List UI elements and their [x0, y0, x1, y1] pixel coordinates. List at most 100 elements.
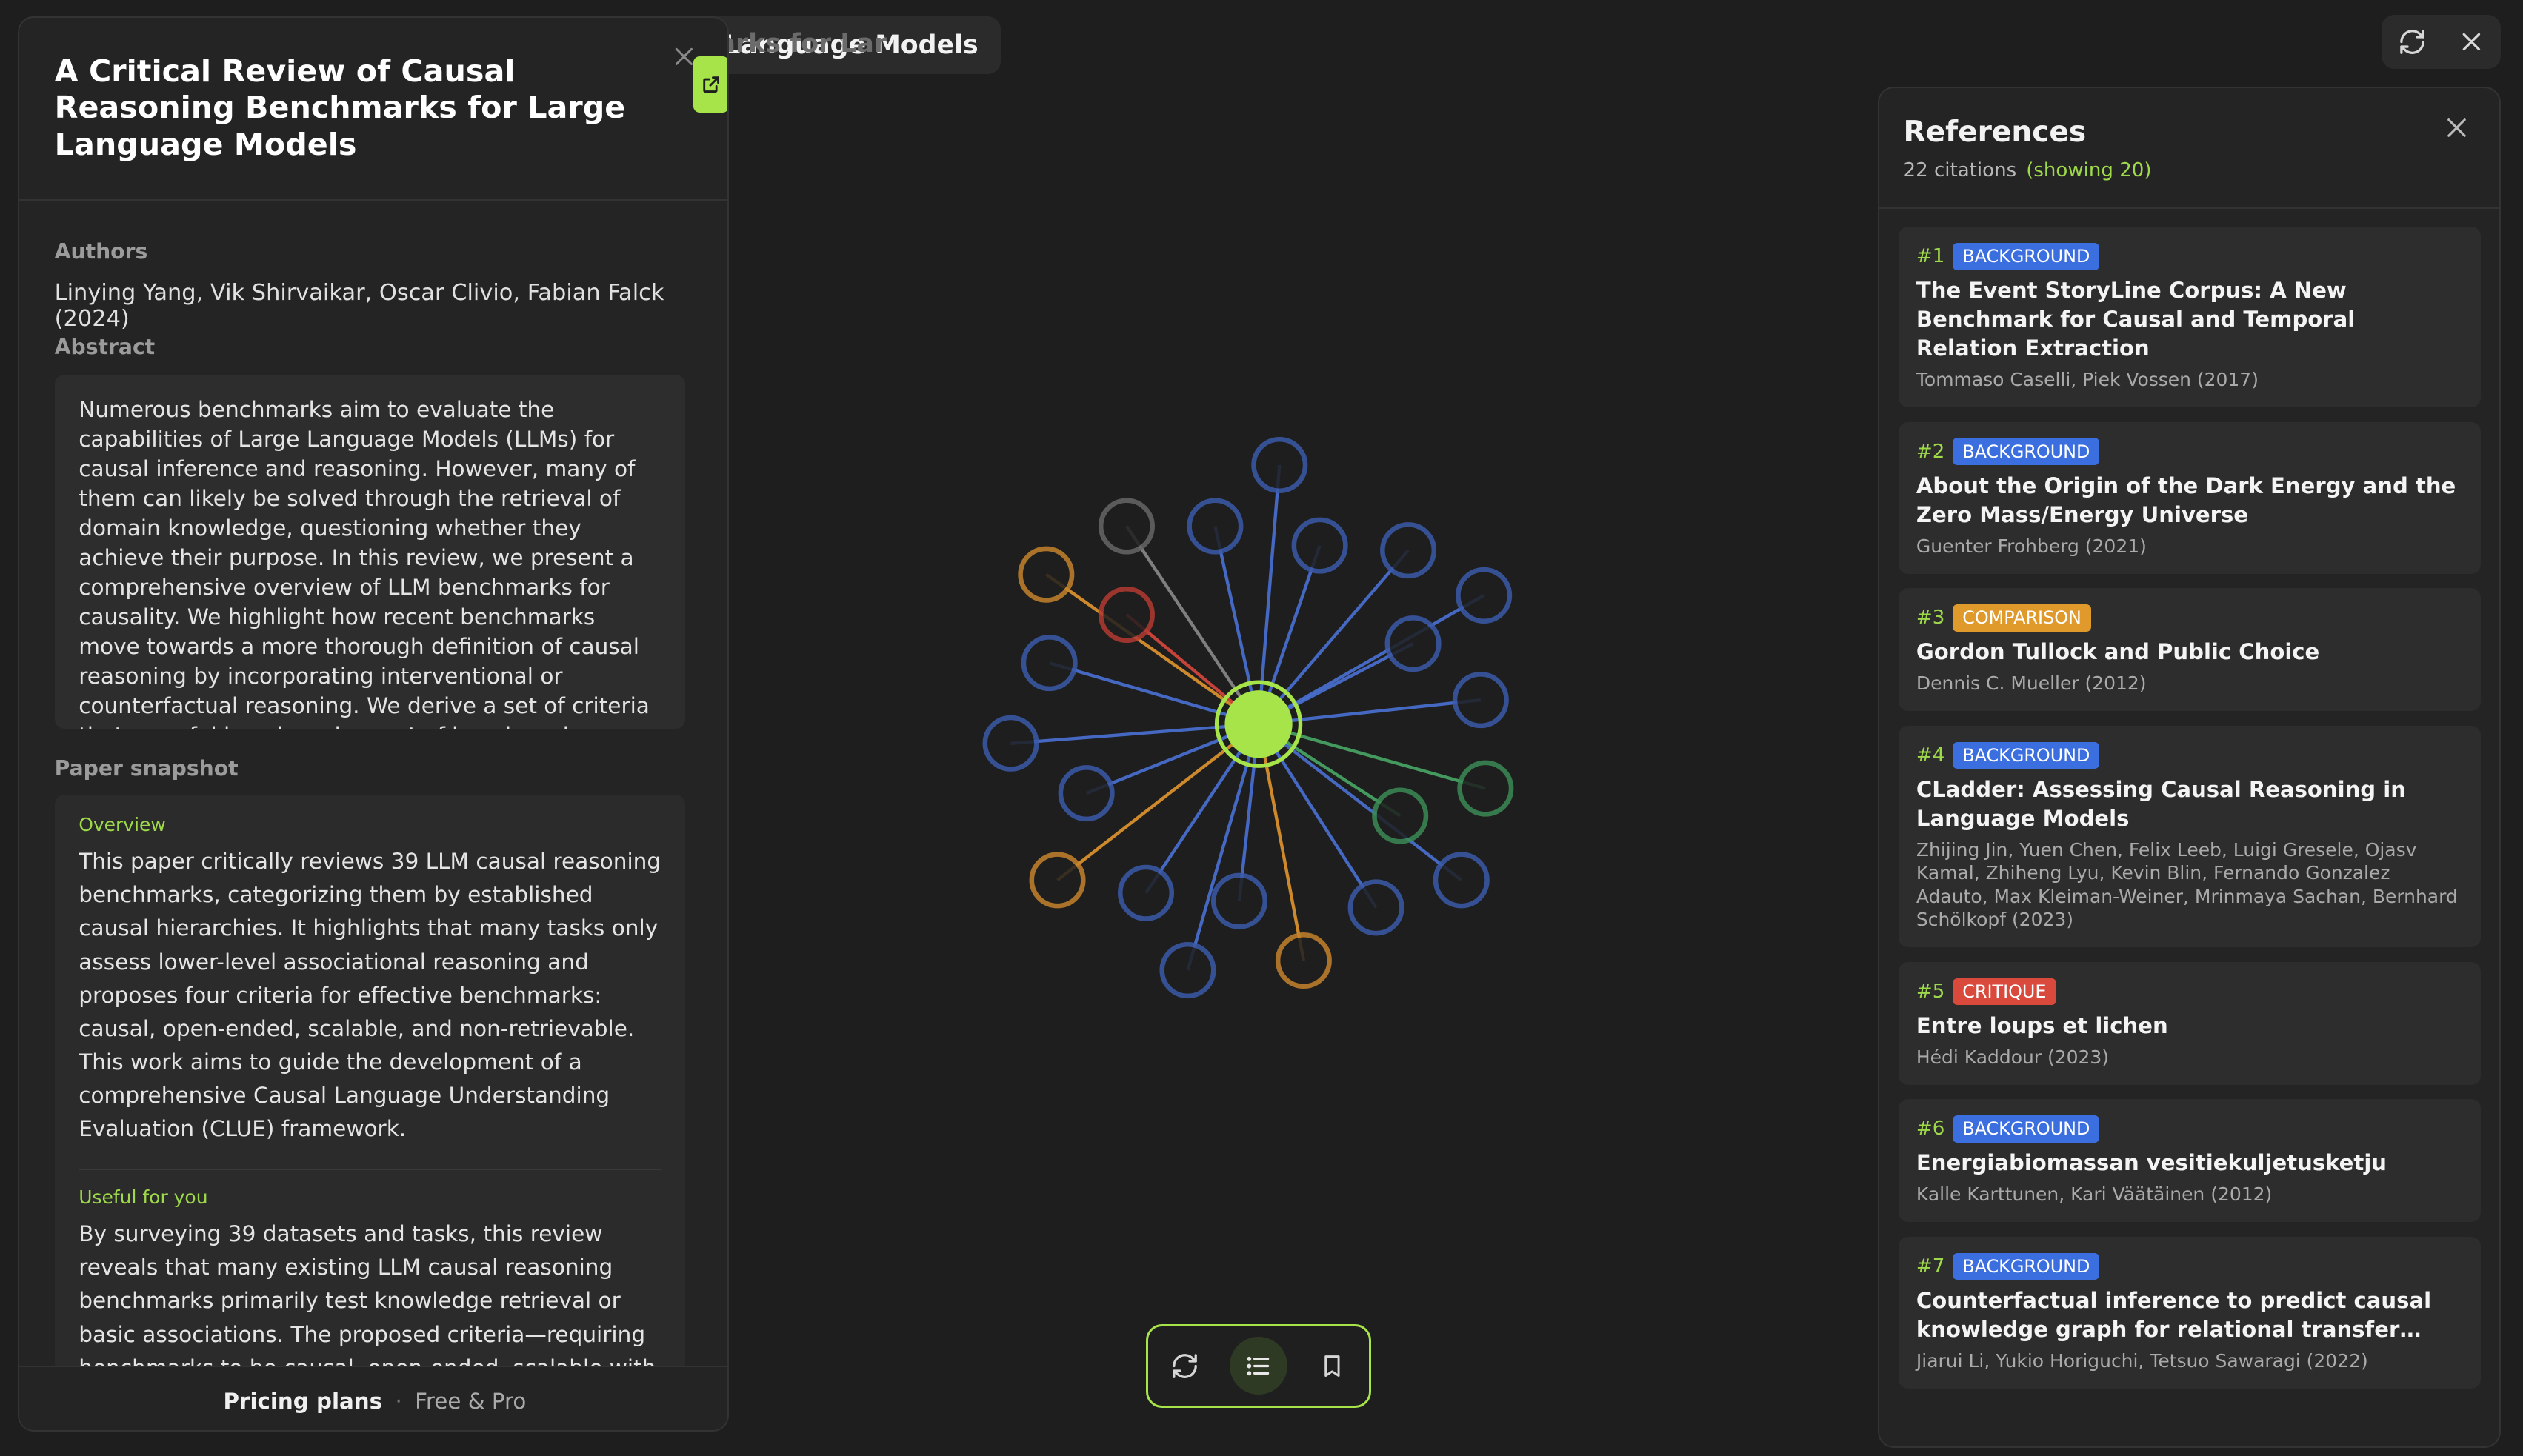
reference-node[interactable] [1021, 634, 1078, 691]
list-view-button[interactable] [1229, 1337, 1287, 1395]
abstract-text: Numerous benchmarks aim to evaluate the … [79, 397, 650, 729]
showing-count-text: (showing 20) [2026, 158, 2152, 181]
reference-authors: Kalle Karttunen, Kari Väätäinen (2012) [1916, 1183, 2273, 1206]
list-icon [1247, 1356, 1270, 1375]
top-controls [2381, 14, 2501, 70]
reference-node[interactable] [1029, 852, 1086, 909]
reference-node[interactable] [1379, 521, 1436, 578]
reference-card[interactable]: #1 BACKGROUND The Event StoryLine Corpus: … [1899, 227, 2482, 408]
reference-card[interactable]: #6 BACKGROUND Energiabiomassan vesitiekulj… [1899, 1099, 2482, 1223]
close-icon[interactable] [2459, 29, 2484, 55]
reference-type-badge: BACKGROUND [1953, 438, 2100, 466]
useful-label: Useful for you [79, 1186, 208, 1208]
reference-title[interactable]: Gordon Tullock and Public Choice [1916, 638, 2464, 667]
reference-authors: Jiarui Li, Yukio Horiguchi, Tetsuo Sawar… [1916, 1349, 2368, 1372]
reference-card[interactable]: #3 COMPARISON Gordon Tullock and Public Ch… [1899, 588, 2482, 712]
reference-title[interactable]: Energiabiomassan vesitiekuljetusketju [1916, 1149, 2464, 1178]
reference-header: #5 CRITIQUE [1916, 978, 2464, 1006]
reference-title[interactable]: About the Origin of the Dark Energy and … [1916, 472, 2464, 530]
reference-node[interactable] [1456, 760, 1513, 817]
reference-node[interactable] [1017, 546, 1074, 603]
reference-node[interactable] [982, 715, 1039, 772]
reference-node[interactable] [1384, 615, 1442, 672]
reference-number: #6 [1916, 1118, 1945, 1141]
bookmark-button[interactable] [1303, 1337, 1361, 1395]
pricing-tiers-text: Free & Pro [415, 1388, 527, 1414]
citation-edge [1044, 572, 1259, 726]
references-title: References [1903, 116, 2087, 150]
overview-text: This paper critically reviews 39 LLM cau… [79, 848, 661, 1142]
reference-node[interactable] [1452, 671, 1509, 728]
reference-card[interactable]: #4 BACKGROUND CLadder: Assessing Causal Re… [1899, 725, 2482, 948]
reference-type-badge: BACKGROUND [1953, 741, 2100, 769]
reference-title[interactable]: Entre loups et lichen [1916, 1012, 2464, 1041]
reference-node[interactable] [1058, 764, 1115, 821]
refresh-icon[interactable] [2398, 27, 2427, 56]
panel-footer: Pricing plans · Free & Pro [19, 1366, 728, 1431]
reference-title[interactable]: Counterfactual inference to predict caus… [1916, 1286, 2464, 1344]
footer-separator: · [395, 1388, 402, 1414]
reference-type-badge: CRITIQUE [1953, 978, 2056, 1006]
reference-number: #5 [1916, 980, 1945, 1003]
reference-node[interactable] [1275, 932, 1332, 989]
overview-label: Overview [79, 813, 166, 835]
citation-graph[interactable] [950, 418, 1545, 1029]
reference-header: #3 COMPARISON [1916, 604, 2464, 632]
reference-type-badge: BACKGROUND [1953, 1252, 2100, 1280]
reference-node[interactable] [1210, 872, 1267, 929]
close-icon[interactable] [2443, 114, 2470, 148]
graph-toolbar [1145, 1323, 1371, 1408]
reference-node[interactable] [1098, 498, 1155, 555]
reference-header: #1 BACKGROUND [1916, 242, 2464, 270]
reference-card[interactable]: #2 BACKGROUND About the Origin of the Dark… [1899, 421, 2482, 574]
authors-text: Linying Yang, Vik Shirvaikar, Oscar Cliv… [54, 279, 664, 332]
reference-authors: Tommaso Caselli, Piek Vossen (2017) [1916, 368, 2259, 390]
reference-number: #1 [1916, 245, 1945, 268]
reference-number: #2 [1916, 440, 1945, 463]
reference-authors: Dennis C. Mueller (2012) [1916, 672, 2147, 695]
refresh-icon [1172, 1353, 1197, 1378]
reference-node[interactable] [1347, 879, 1404, 936]
reference-title[interactable]: The Event StoryLine Corpus: A New Benchm… [1916, 276, 2464, 363]
reference-header: #2 BACKGROUND [1916, 438, 2464, 466]
reference-node[interactable] [1117, 864, 1174, 921]
abstract-label: Abstract [54, 334, 156, 359]
authors-label: Authors [54, 239, 148, 264]
divider [79, 1169, 661, 1171]
reference-title[interactable]: CLadder: Assessing Causal Reasoning in L… [1916, 775, 2464, 833]
reference-node[interactable] [1098, 586, 1155, 643]
bookmark-icon [1324, 1355, 1340, 1377]
reference-card[interactable]: #7 BACKGROUND Counterfactual inference to … [1899, 1236, 2482, 1389]
reference-type-badge: BACKGROUND [1953, 242, 2100, 270]
reference-type-badge: BACKGROUND [1953, 1115, 2100, 1143]
refresh-button[interactable] [1156, 1337, 1213, 1395]
citation-count-text: 22 citations [1903, 158, 2017, 181]
snapshot-label: Paper snapshot [54, 755, 239, 781]
snapshot-box[interactable]: Overview This paper critically reviews 3… [54, 794, 686, 1374]
reference-header: #7 BACKGROUND [1916, 1252, 2464, 1280]
reference-node[interactable] [1433, 852, 1490, 909]
citation-count: 22 citations (showing 20) [1904, 159, 2152, 181]
reference-type-badge: COMPARISON [1953, 604, 2091, 632]
reference-card[interactable]: #5 CRITIQUE Entre loups et lichen Hédi Kadd… [1899, 961, 2482, 1085]
reference-node[interactable] [1159, 941, 1216, 998]
reference-node[interactable] [1250, 436, 1307, 493]
reference-authors: Hédi Kaddour (2023) [1916, 1046, 2110, 1068]
reference-node[interactable] [1291, 517, 1348, 574]
citation-edge [1185, 723, 1260, 971]
reference-authors: Zhijing Jin, Yuen Chen, Felix Leeb, Luig… [1916, 838, 2458, 931]
focus-paper-node[interactable] [1224, 689, 1293, 758]
divider [1879, 207, 2499, 210]
reference-node[interactable] [1455, 567, 1512, 624]
abstract-box[interactable]: Numerous benchmarks aim to evaluate the … [54, 374, 686, 729]
pricing-plans-link[interactable]: Pricing plans [224, 1389, 383, 1414]
useful-text: By surveying 39 datasets and tasks, this… [79, 1221, 656, 1374]
reference-node[interactable] [1186, 498, 1244, 555]
references-panel: References 22 citations (showing 20) #1 BA… [1877, 87, 2501, 1448]
reference-header: #6 BACKGROUND [1916, 1115, 2464, 1143]
reference-number: #3 [1916, 607, 1945, 630]
reference-node[interactable] [1371, 787, 1428, 844]
external-link-icon[interactable] [693, 56, 728, 113]
paper-detail-panel: A Critical Review of Causal Reasoning Be… [17, 16, 729, 1432]
reference-header: #4 BACKGROUND [1916, 741, 2464, 769]
